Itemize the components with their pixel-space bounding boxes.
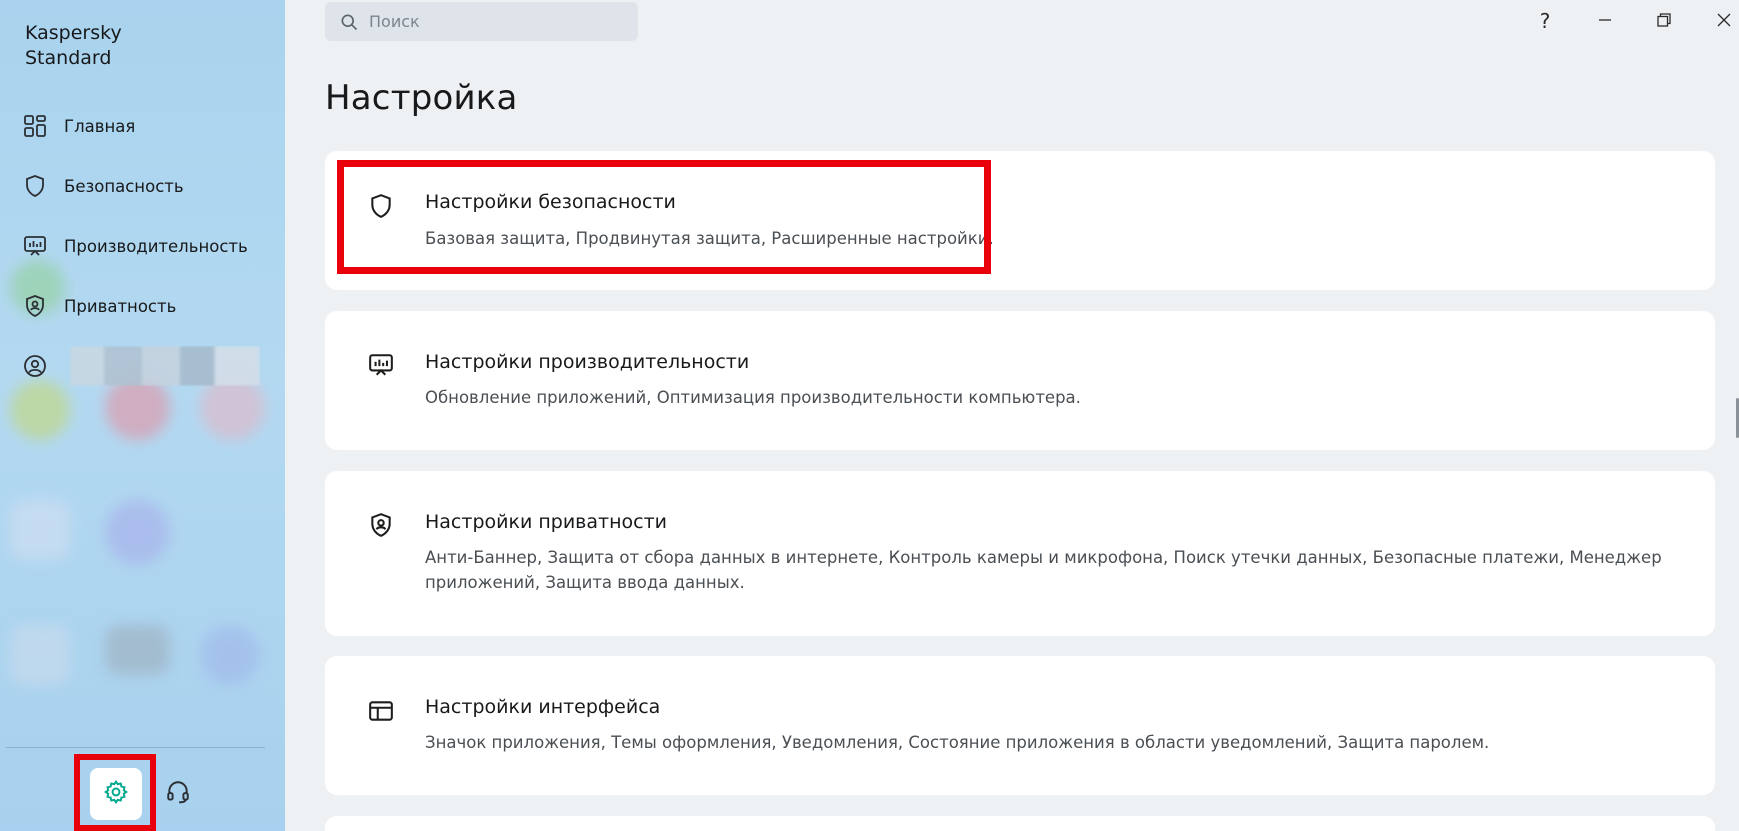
- minimize-icon: [1598, 12, 1612, 31]
- sidebar-bottom-tools: [0, 748, 285, 831]
- page-title: Настройка: [325, 78, 518, 118]
- search-icon: [339, 12, 359, 32]
- sidebar-item-privacy[interactable]: Приватность: [0, 276, 285, 336]
- desktop-ghost: [10, 625, 70, 685]
- card-title: Настройки приватности: [425, 511, 667, 533]
- shield-icon: [367, 192, 395, 220]
- headset-icon: [165, 779, 191, 809]
- close-icon: [1717, 12, 1731, 31]
- close-button[interactable]: [1704, 6, 1739, 36]
- help-button[interactable]: ?: [1525, 6, 1565, 36]
- restore-button[interactable]: [1644, 6, 1684, 36]
- desktop-ghost: [105, 625, 170, 675]
- gear-icon: [103, 779, 129, 809]
- app-title-line1: Kaspersky: [25, 22, 122, 44]
- sidebar-item-label: Приватность: [64, 296, 177, 316]
- support-button[interactable]: [152, 768, 204, 820]
- help-label: ?: [1539, 9, 1551, 33]
- sidebar-nav: Главная Безопасность Производительность: [0, 96, 285, 396]
- card-description: Анти-Баннер, Защита от сбора данных в ин…: [425, 548, 1662, 592]
- card-interface-settings[interactable]: Настройки интерфейса Значок приложения, …: [325, 656, 1715, 795]
- card-privacy-settings[interactable]: Настройки приватности Анти-Баннер, Защит…: [325, 471, 1715, 636]
- desktop-ghost: [200, 625, 260, 685]
- dashboard-icon: [22, 113, 48, 139]
- monitor-icon: [22, 233, 48, 259]
- card-performance-settings[interactable]: Настройки производительности Обновление …: [325, 311, 1715, 450]
- sidebar-item-label: Безопасность: [64, 176, 184, 196]
- app-title-line2: Standard: [25, 47, 112, 69]
- sidebar-item-home[interactable]: Главная: [0, 96, 285, 156]
- card-next-partial[interactable]: [325, 816, 1715, 831]
- user-icon: [22, 353, 48, 379]
- sidebar-item-security[interactable]: Безопасность: [0, 156, 285, 216]
- privacy-shield-icon: [22, 293, 48, 319]
- restore-icon: [1657, 12, 1671, 31]
- layout-icon: [367, 697, 395, 725]
- search-input[interactable]: [369, 12, 619, 31]
- shield-icon: [22, 173, 48, 199]
- card-title: Настройки интерфейса: [425, 696, 661, 718]
- sidebar-item-performance[interactable]: Производительность: [0, 216, 285, 276]
- search-bar[interactable]: [325, 2, 638, 41]
- desktop-ghost: [10, 500, 70, 560]
- app-title: Kaspersky Standard: [25, 21, 122, 71]
- sidebar-item-label: Производительность: [64, 236, 248, 256]
- card-description: Базовая защита, Продвинутая защита, Расш…: [425, 229, 994, 248]
- card-title: Настройки производительности: [425, 351, 750, 373]
- minimize-button[interactable]: [1585, 6, 1625, 36]
- desktop-ghost: [105, 500, 170, 565]
- sidebar-item-label: Главная: [64, 116, 136, 136]
- card-title: Настройки безопасности: [425, 191, 676, 213]
- settings-button[interactable]: [90, 768, 142, 820]
- sidebar-item-account[interactable]: [0, 336, 285, 396]
- privacy-shield-icon: [367, 511, 395, 539]
- card-security-settings[interactable]: Настройки безопасности Базовая защита, П…: [325, 151, 1715, 290]
- card-description: Обновление приложений, Оптимизация произ…: [425, 388, 1081, 407]
- monitor-icon: [367, 351, 395, 379]
- redacted-account-name: [70, 346, 260, 386]
- card-description: Значок приложения, Темы оформления, Увед…: [425, 733, 1490, 752]
- sidebar: Kaspersky Standard Главная Безопасность: [0, 0, 285, 831]
